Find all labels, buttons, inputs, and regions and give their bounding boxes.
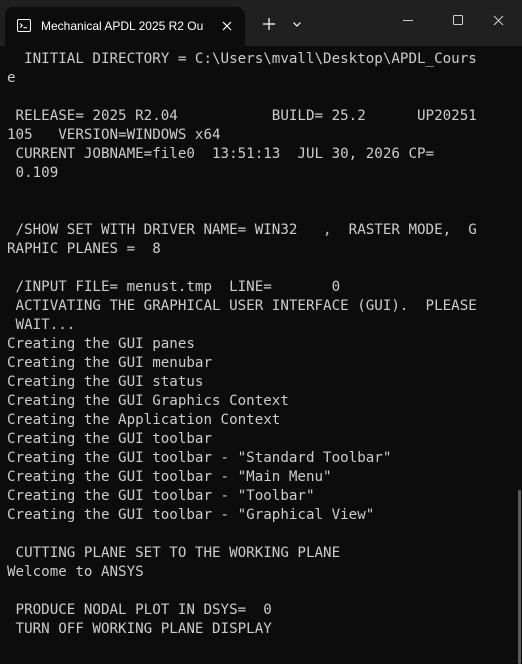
plus-icon xyxy=(263,18,275,30)
terminal-window: Mechanical APDL 2025 R2 Ou INITIAL DIREC… xyxy=(0,0,522,664)
close-window-button[interactable] xyxy=(476,0,522,40)
terminal-line: RAPHIC PLANES = 8 xyxy=(7,241,161,257)
terminal-line: Creating the GUI toolbar xyxy=(7,431,212,447)
chevron-down-icon xyxy=(293,22,301,27)
maximize-button[interactable] xyxy=(434,0,480,40)
terminal-text: INITIAL DIRECTORY = C:\Users\mvall\Deskt… xyxy=(7,50,507,639)
terminal-output[interactable]: INITIAL DIRECTORY = C:\Users\mvall\Deskt… xyxy=(0,46,522,664)
maximize-icon xyxy=(453,15,463,25)
terminal-line: PRODUCE NODAL PLOT IN DSYS= 0 xyxy=(7,602,272,618)
minimize-icon xyxy=(403,20,413,21)
new-tab-button[interactable] xyxy=(257,12,281,36)
terminal-line: Creating the GUI panes xyxy=(7,336,195,352)
terminal-line: RELEASE= 2025 R2.04 BUILD= 25.2 UP20251 xyxy=(7,108,477,124)
terminal-line: INITIAL DIRECTORY = C:\Users\mvall\Deskt… xyxy=(7,51,477,67)
terminal-line: 0.109 xyxy=(7,165,59,181)
terminal-line: Creating the GUI toolbar - "Standard Too… xyxy=(7,450,392,466)
close-icon xyxy=(493,15,504,26)
close-tab-button[interactable] xyxy=(217,16,237,36)
terminal-line: ACTIVATING THE GRAPHICAL USER INTERFACE … xyxy=(7,298,477,314)
terminal-line: TURN OFF WORKING PLANE DISPLAY xyxy=(7,621,272,637)
terminal-line: Welcome to ANSYS xyxy=(7,564,144,580)
tab-title: Mechanical APDL 2025 R2 Ou xyxy=(41,19,204,33)
terminal-line: Creating the Application Context xyxy=(7,412,281,428)
terminal-line: Creating the GUI Graphics Context xyxy=(7,393,289,409)
terminal-line: CURRENT JOBNAME=file0 13:51:13 JUL 30, 2… xyxy=(7,146,435,162)
minimize-button[interactable] xyxy=(385,0,431,40)
terminal-line: e xyxy=(7,70,16,86)
close-icon xyxy=(222,21,232,31)
terminal-line: /SHOW SET WITH DRIVER NAME= WIN32 , RAST… xyxy=(7,222,477,238)
title-bar: Mechanical APDL 2025 R2 Ou xyxy=(0,0,522,46)
tab-dropdown-button[interactable] xyxy=(285,12,309,36)
terminal-line: Creating the GUI toolbar - "Toolbar" xyxy=(7,488,315,504)
terminal-line: /INPUT FILE= menust.tmp LINE= 0 xyxy=(7,279,341,295)
terminal-tab[interactable]: Mechanical APDL 2025 R2 Ou xyxy=(5,7,245,46)
terminal-line: WAIT... xyxy=(7,317,76,333)
terminal-line: CUTTING PLANE SET TO THE WORKING PLANE xyxy=(7,545,341,561)
terminal-line: Creating the GUI status xyxy=(7,374,204,390)
scrollbar-thumb[interactable] xyxy=(518,490,521,664)
terminal-line: Creating the GUI toolbar - "Main Menu" xyxy=(7,469,332,485)
terminal-line: Creating the GUI menubar xyxy=(7,355,212,371)
terminal-line: Creating the GUI toolbar - "Graphical Vi… xyxy=(7,507,375,523)
terminal-icon xyxy=(17,19,31,32)
terminal-line: 105 VERSION=WINDOWS x64 xyxy=(7,127,221,143)
